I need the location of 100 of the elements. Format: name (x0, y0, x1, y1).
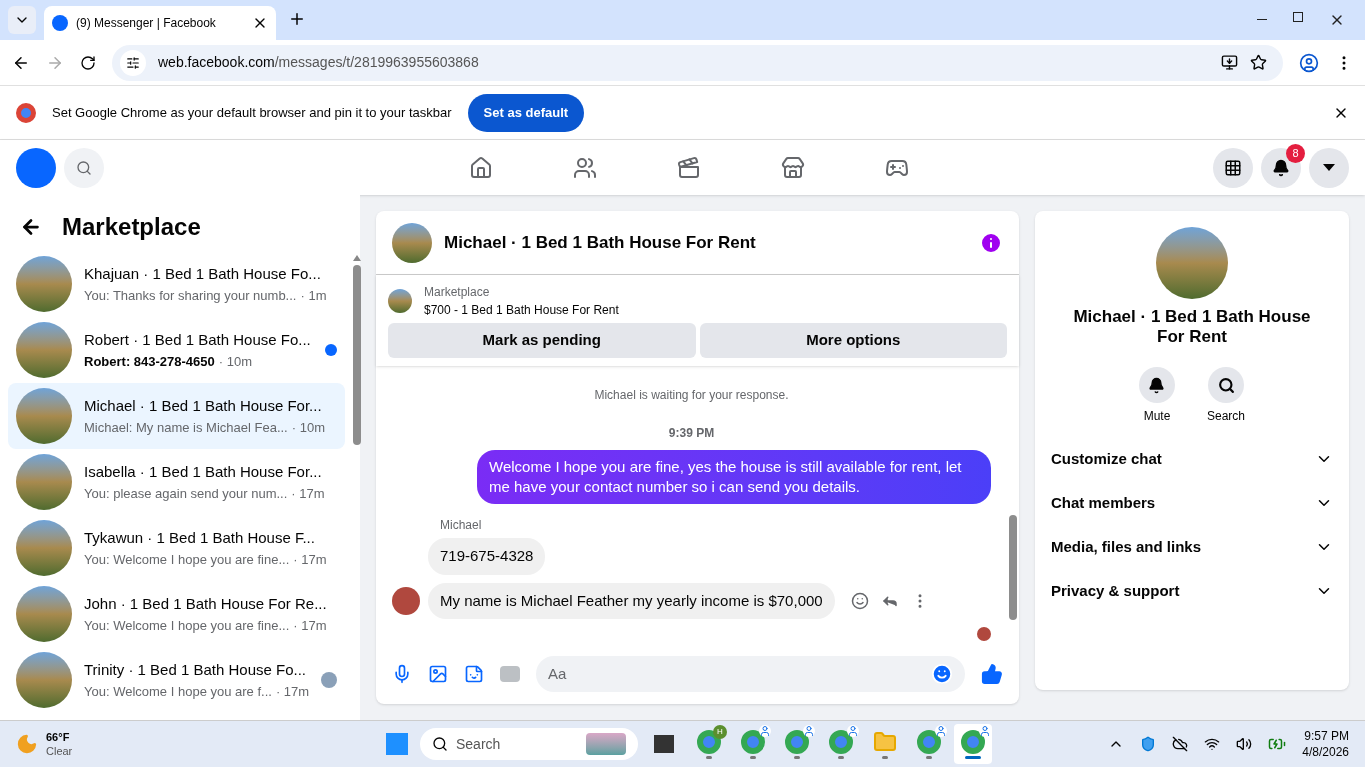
photo-placeholder (16, 256, 72, 312)
browser-tab[interactable]: (9) Messenger | Facebook (44, 6, 276, 40)
image-icon[interactable] (428, 664, 448, 684)
clock-time[interactable]: 9:57 PM (1304, 728, 1349, 744)
account-button[interactable] (1309, 147, 1349, 188)
chat-header-title: Michael · 1 Bed 1 Bath House For Rent (444, 231, 757, 254)
windows-start-icon[interactable] (386, 733, 408, 755)
install-icon[interactable] (1221, 54, 1238, 71)
chat-list-item[interactable]: Isabella · 1 Bed 1 Bath House For... You: please again send your num... · 17m (8, 449, 346, 515)
chat-list-item[interactable]: John · 1 Bed 1 Bath House For Re... You: Welcome I hope you are fine... · 17m (8, 581, 346, 647)
caret-icon (1323, 164, 1335, 171)
photo-placeholder (16, 454, 72, 510)
weather-condition: Clear (46, 744, 73, 758)
url-text: web.facebook.com/messages/t/2819963955603868 (158, 53, 480, 72)
clock-date[interactable]: 4/8/2026 (1302, 744, 1349, 760)
home-icon[interactable] (468, 155, 493, 180)
photo-placeholder (16, 388, 72, 444)
message-time: · 17m (291, 484, 325, 503)
chat-title: Khajuan · 1 Bed 1 Bath House Fo... (84, 264, 322, 284)
message-field[interactable]: Aa (548, 662, 931, 686)
message-preview: You: Welcome I hope you are f... (84, 682, 272, 701)
set-default-button[interactable]: Set as default (467, 93, 585, 132)
react-icon[interactable] (850, 591, 869, 610)
cloud-off-icon[interactable] (1172, 736, 1189, 752)
listing-action-button[interactable]: More options (699, 323, 1007, 358)
address-field[interactable]: web.facebook.com/messages/t/2819963955603868 (112, 44, 1283, 81)
chat-title: Robert · 1 Bed 1 Bath House Fo... (84, 330, 312, 350)
message-input[interactable]: Aa (536, 656, 965, 692)
temperature: 66°F (46, 730, 71, 744)
wifi-icon[interactable] (1204, 736, 1221, 752)
message-preview: You: Welcome I hope you are fine... (84, 550, 290, 569)
tab-list-button[interactable] (8, 6, 36, 34)
panel-title: Michael · 1 Bed 1 Bath House For Rent (1072, 307, 1312, 347)
tab-title: (9) Messenger | Facebook (76, 15, 217, 32)
search-icon (432, 736, 448, 752)
volume-icon[interactable] (1236, 736, 1253, 752)
received-message-bubble: 719-675-4328 (428, 538, 546, 575)
panel-section[interactable]: Media, files and links (1043, 525, 1341, 569)
friends-icon[interactable] (572, 155, 597, 180)
panel-section[interactable]: Customize chat (1043, 437, 1341, 481)
chrome-icon[interactable] (954, 724, 992, 764)
new-tab-icon[interactable] (288, 10, 306, 28)
panel-section[interactable]: Chat members (1043, 481, 1341, 525)
bell-icon (1272, 158, 1290, 177)
search-button[interactable] (64, 147, 104, 188)
chat-list-item[interactable]: Tykawun · 1 Bed 1 Bath House F... You: Welcome I hope you are fine... · 17m (8, 515, 346, 581)
search-icon (1217, 376, 1235, 394)
message-time: · 10m (218, 352, 253, 371)
bell-icon (1148, 376, 1166, 394)
sidebar-title: Marketplace (62, 212, 201, 242)
taskbar-search-field[interactable]: Search (456, 733, 578, 755)
message-time: · 10m (291, 418, 325, 437)
video-icon[interactable] (676, 155, 701, 180)
like-icon[interactable] (981, 663, 1003, 685)
photo-placeholder (16, 652, 72, 708)
taskbar-search[interactable]: Search (420, 728, 638, 760)
reload-icon[interactable] (80, 54, 96, 71)
message-preview: You: Thanks for sharing your numb... (84, 286, 297, 305)
menu-button[interactable] (1213, 147, 1253, 188)
microphone-icon[interactable] (392, 664, 412, 684)
chat-list-item[interactable]: Khajuan · 1 Bed 1 Bath House Fo... You: Thanks for sharing your numb... · 1m (8, 251, 346, 317)
sticker-icon[interactable] (464, 664, 484, 684)
photo-placeholder (16, 520, 72, 576)
message-time: · 1m (300, 286, 327, 305)
message-time: · 17m (293, 550, 327, 569)
received-message-bubble: My name is Michael Feather my yearly income is $70,000 (428, 582, 835, 619)
listing-action-button[interactable]: Mark as pending (388, 323, 696, 358)
photo-placeholder (16, 586, 72, 642)
profile-icon[interactable] (1299, 52, 1319, 73)
city-skyline-icon (586, 733, 626, 755)
grid-icon (1224, 158, 1242, 177)
chat-list-item[interactable]: Robert · 1 Bed 1 Bath House Fo... Robert: 843-278-4650 · 10m (8, 317, 346, 383)
scroll-up-arrow-icon[interactable] (353, 255, 362, 261)
message-preview: You: please again send your num... (84, 484, 288, 503)
maximize-icon[interactable] (1293, 12, 1303, 22)
listing-source: Marketplace (424, 284, 491, 301)
chat-title: John · 1 Bed 1 Bath House For Re... (84, 594, 328, 614)
seen-avatar (321, 672, 338, 688)
chat-title: Tykawun · 1 Bed 1 Bath House F... (84, 528, 316, 548)
notifications-button[interactable] (1261, 147, 1301, 188)
chat-list-item[interactable]: Trinity · 1 Bed 1 Bath House Fo... You: Welcome I hope you are f... · 17m (8, 647, 346, 713)
chat-title: Michael · 1 Bed 1 Bath House For... (84, 396, 323, 416)
security-icon[interactable] (1140, 736, 1157, 752)
emoji-icon[interactable] (931, 663, 953, 685)
chat-list-item[interactable]: Michael · 1 Bed 1 Bath House For... Michael: My name is Michael Fea... · 10m (8, 383, 346, 449)
message-timestamp: 9:39 PM (668, 425, 715, 442)
sent-message-bubble: Welcome I hope you are fine, yes the house is still available for rent, let me have your contact number so i can send you details. (477, 450, 991, 504)
back-icon[interactable] (20, 216, 42, 238)
store-icon[interactable] (780, 155, 805, 180)
photo-placeholder (392, 222, 432, 263)
message-time: · 17m (293, 616, 327, 635)
chrome-logo-icon (16, 102, 36, 123)
panel-section[interactable]: Privacy & support (1043, 569, 1341, 613)
message-preview: You: Welcome I hope you are fine... (84, 616, 290, 635)
site-settings-icon[interactable] (120, 49, 146, 76)
bookmark-icon[interactable] (1250, 54, 1267, 71)
facebook-logo-icon[interactable] (16, 147, 56, 188)
waiting-notice: Michael is waiting for your response. (594, 387, 789, 404)
moon-icon (16, 733, 38, 755)
chat-title: Trinity · 1 Bed 1 Bath House Fo... (84, 660, 308, 680)
